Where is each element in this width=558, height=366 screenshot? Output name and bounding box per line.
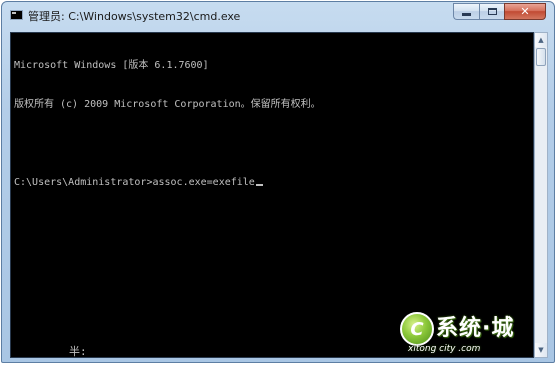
cmd-window: 管理员: C:\Windows\system32\cmd.exe ✕ Micro… xyxy=(1,1,555,363)
text-cursor xyxy=(255,184,263,186)
minimize-icon xyxy=(462,13,471,16)
ime-status: 半: xyxy=(69,345,87,358)
watermark-url: xitong city .com xyxy=(408,344,481,354)
watermark-logo-icon: C xyxy=(400,312,434,346)
console-line: 版权所有 (c) 2009 Microsoft Corporation。保留所有… xyxy=(14,99,321,110)
console-command: C:\Users\Administrator>assoc.exe=exefile xyxy=(14,177,255,188)
title-bar[interactable]: 管理员: C:\Windows\system32\cmd.exe ✕ xyxy=(2,2,554,30)
scroll-up-arrow-icon[interactable]: ▲ xyxy=(535,33,547,47)
scroll-thumb[interactable] xyxy=(536,48,546,66)
minimize-button[interactable] xyxy=(453,3,479,20)
caption-buttons: ✕ xyxy=(453,3,546,21)
console-line: Microsoft Windows [版本 6.1.7600] xyxy=(14,60,209,71)
watermark-brand: 系统·城 xyxy=(436,316,515,341)
cmd-app-icon[interactable] xyxy=(10,10,23,20)
close-button[interactable]: ✕ xyxy=(504,3,546,20)
console-prompt-line[interactable]: C:\Users\Administrator>assoc.exe=exefile xyxy=(14,176,321,189)
watermark: C 系统·城 xitong city .com xyxy=(394,308,539,358)
close-icon: ✕ xyxy=(520,5,530,18)
maximize-icon xyxy=(487,8,497,15)
window-title: 管理员: C:\Windows\system32\cmd.exe xyxy=(28,10,241,23)
console-output: Microsoft Windows [版本 6.1.7600] 版权所有 (c)… xyxy=(14,33,321,215)
maximize-button[interactable] xyxy=(479,3,504,20)
